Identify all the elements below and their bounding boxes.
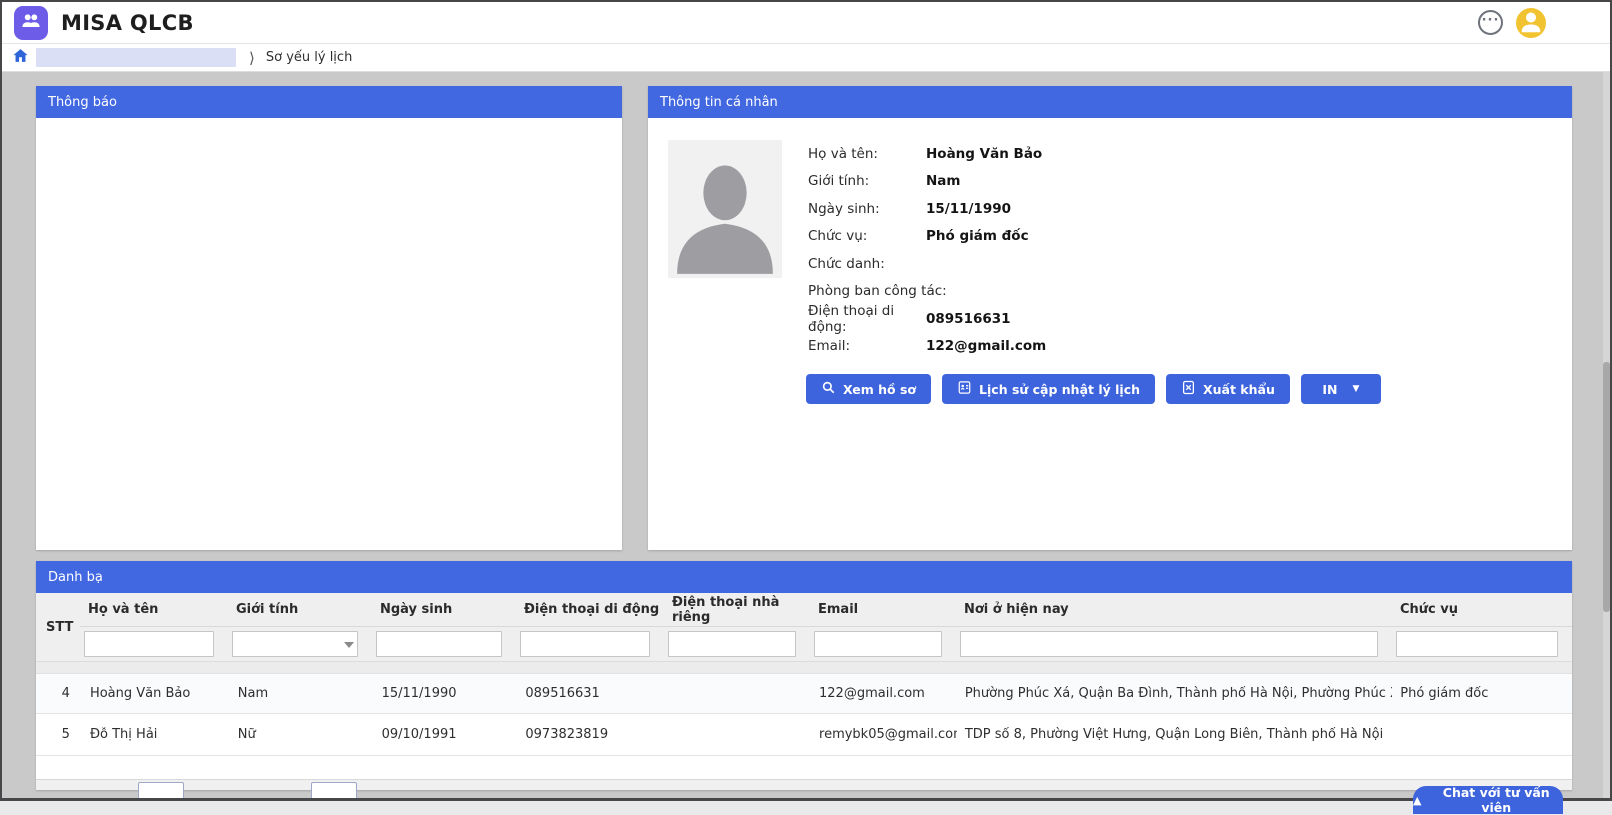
content-area: Thông báo Thông tin cá nhân Họ v bbox=[2, 72, 1610, 798]
table-row[interactable]: 5 Đỗ Thị Hải Nữ 09/10/1991 0973823819 re… bbox=[36, 714, 1572, 756]
column-header-stt: STT bbox=[36, 593, 80, 661]
more-menu-button[interactable]: ··· bbox=[1478, 10, 1503, 35]
cell-dob: 09/10/1991 bbox=[374, 727, 518, 742]
user-avatar[interactable] bbox=[1516, 8, 1546, 38]
directory-table-header: STT Họ và tên Giới tính Ngày sinh Điện t… bbox=[36, 593, 1572, 661]
top-bar: MISA QLCB ··· bbox=[2, 2, 1610, 44]
caret-down-icon[interactable] bbox=[344, 642, 354, 648]
cell-mobile: 0973823819 bbox=[517, 727, 665, 742]
scrollbar-thumb[interactable] bbox=[1603, 362, 1610, 612]
table-gap-strip bbox=[36, 661, 1572, 674]
excel-icon bbox=[1181, 380, 1196, 398]
field-value-position: Phó giám đốc bbox=[926, 228, 1029, 244]
personal-info-panel-header: Thông tin cá nhân bbox=[648, 86, 1572, 118]
mobile-filter-input[interactable] bbox=[520, 631, 650, 657]
column-header-gender: Giới tính bbox=[228, 602, 372, 617]
field-label: Chức danh: bbox=[808, 256, 926, 272]
column-header-address: Nơi ở hiện nay bbox=[956, 602, 1392, 617]
cell-email: remybk05@gmail.com bbox=[811, 727, 957, 742]
person-silhouette-icon bbox=[668, 154, 782, 278]
document-icon bbox=[957, 380, 972, 398]
field-label: Ngày sinh: bbox=[808, 201, 926, 217]
cell-mobile: 089516631 bbox=[517, 686, 665, 701]
gender-filter-select[interactable] bbox=[232, 631, 358, 657]
address-filter-input[interactable] bbox=[960, 631, 1378, 657]
profile-photo-placeholder bbox=[668, 140, 782, 278]
breadcrumb-separator: ⟩ bbox=[249, 49, 255, 67]
search-icon bbox=[821, 380, 836, 398]
field-label: Họ và tên: bbox=[808, 146, 926, 162]
field-label: Điện thoại di động: bbox=[808, 303, 926, 335]
person-icon bbox=[1516, 6, 1546, 40]
personal-info-panel: Thông tin cá nhân Họ và tên:Hoàng Văn Bả… bbox=[648, 86, 1572, 550]
field-value-gender: Nam bbox=[926, 173, 960, 189]
export-button[interactable]: Xuất khẩu bbox=[1166, 374, 1290, 404]
cell-stt: 4 bbox=[36, 686, 82, 701]
home-phone-filter-input[interactable] bbox=[668, 631, 796, 657]
cell-email: 122@gmail.com bbox=[811, 686, 957, 701]
field-label: Chức vụ: bbox=[808, 228, 926, 244]
column-header-email: Email bbox=[810, 602, 956, 617]
people-icon bbox=[20, 10, 42, 36]
field-value-email: 122@gmail.com bbox=[926, 338, 1046, 354]
field-label: Email: bbox=[808, 338, 926, 354]
cell-stt: 5 bbox=[36, 727, 82, 742]
table-row[interactable]: 4 Hoàng Văn Bảo Nam 15/11/1990 089516631… bbox=[36, 674, 1572, 714]
cell-name: Hoàng Văn Bảo bbox=[82, 686, 230, 701]
triangle-up-icon: ▲ bbox=[1413, 795, 1421, 806]
personal-actions: Xem hồ sơ Lịch sử cập nhật lý lịch bbox=[806, 374, 1381, 404]
ellipsis-icon: ··· bbox=[1482, 14, 1500, 27]
chat-button[interactable]: ▲ Chat với tư vấn viên bbox=[1413, 786, 1563, 814]
column-header-name: Họ và tên bbox=[80, 602, 228, 617]
caret-down-icon: ▼ bbox=[1352, 384, 1359, 394]
field-label: Giới tính: bbox=[808, 173, 926, 189]
view-profile-button[interactable]: Xem hồ sơ bbox=[806, 374, 931, 404]
panel-title: Thông tin cá nhân bbox=[660, 95, 778, 110]
cell-dob: 15/11/1990 bbox=[374, 686, 518, 701]
cell-gender: Nữ bbox=[230, 727, 374, 742]
column-header-home-phone: Điện thoại nhà riêng bbox=[664, 595, 810, 625]
personal-fields: Họ và tên:Hoàng Văn Bảo Giới tính:Nam Ng… bbox=[808, 140, 1046, 360]
breadcrumb-organization[interactable] bbox=[36, 48, 236, 67]
cell-position: Phó giám đốc bbox=[1392, 686, 1572, 701]
directory-panel-header: Danh bạ bbox=[36, 561, 1572, 593]
field-label: Phòng ban công tác: bbox=[808, 283, 968, 299]
column-header-mobile: Điện thoại di động bbox=[516, 602, 664, 617]
notifications-panel-header: Thông báo bbox=[36, 86, 622, 118]
app-window: MISA QLCB ··· ⟩ Sơ yếu lý lịch bbox=[0, 0, 1612, 801]
page-number-box[interactable] bbox=[311, 782, 357, 800]
column-header-dob: Ngày sinh bbox=[372, 602, 516, 617]
field-value-mobile: 089516631 bbox=[926, 311, 1011, 327]
vertical-scrollbar[interactable] bbox=[1603, 72, 1610, 798]
panel-title: Danh bạ bbox=[48, 570, 103, 585]
cell-name: Đỗ Thị Hải bbox=[82, 727, 230, 742]
dob-filter-input[interactable] bbox=[376, 631, 502, 657]
position-filter-input[interactable] bbox=[1396, 631, 1558, 657]
page-size-box[interactable] bbox=[138, 782, 184, 800]
column-header-position: Chức vụ bbox=[1392, 602, 1572, 617]
directory-panel: Danh bạ STT Họ và tên Giới tính Ngày sin… bbox=[36, 561, 1572, 790]
cell-address: TDP số 8, Phường Việt Hưng, Quận Long Bi… bbox=[957, 727, 1392, 742]
breadcrumb-current-page: Sơ yếu lý lịch bbox=[266, 50, 352, 65]
email-filter-input[interactable] bbox=[814, 631, 942, 657]
update-history-button[interactable]: Lịch sử cập nhật lý lịch bbox=[942, 374, 1155, 404]
print-button[interactable]: IN ▼ bbox=[1301, 374, 1381, 404]
app-logo bbox=[14, 6, 48, 40]
panel-title: Thông báo bbox=[48, 95, 117, 110]
name-filter-input[interactable] bbox=[84, 631, 214, 657]
field-value-dob: 15/11/1990 bbox=[926, 201, 1011, 217]
field-value-name: Hoàng Văn Bảo bbox=[926, 146, 1042, 162]
cell-address: Phường Phúc Xá, Quận Ba Đình, Thành phố … bbox=[957, 686, 1392, 701]
app-title: MISA QLCB bbox=[61, 11, 194, 35]
breadcrumb: ⟩ Sơ yếu lý lịch bbox=[2, 44, 1610, 72]
cell-gender: Nam bbox=[230, 686, 374, 701]
home-icon[interactable] bbox=[12, 47, 29, 68]
pagination-strip bbox=[36, 779, 1572, 790]
notifications-panel: Thông báo bbox=[36, 86, 622, 550]
